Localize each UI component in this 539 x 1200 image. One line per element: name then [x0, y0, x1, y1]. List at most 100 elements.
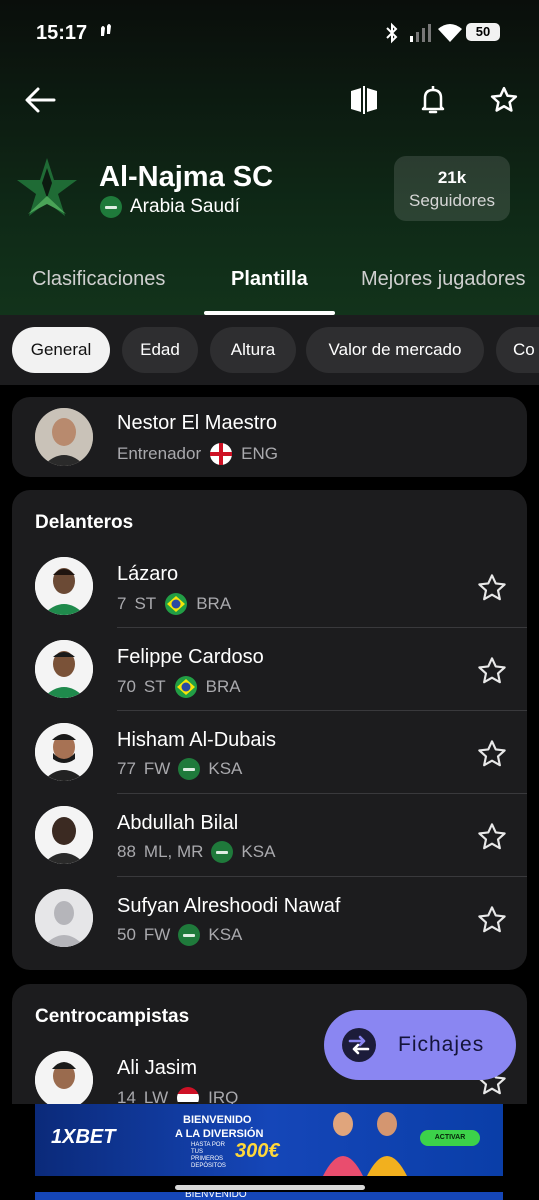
- ad-banner-secondary[interactable]: BIENVENIDO: [35, 1192, 503, 1200]
- tab-bar: Clasificaciones Plantilla Mejores jugado…: [0, 268, 539, 315]
- player-meta: 70 ST BRA: [117, 675, 241, 699]
- filter-more[interactable]: Co: [496, 327, 539, 373]
- team-logo: [16, 156, 78, 218]
- player-number: 70: [117, 677, 136, 696]
- transfer-arrows-icon: [342, 1028, 376, 1062]
- player-position: ST: [143, 677, 166, 696]
- ad-brand-logo: 1XBET: [51, 1126, 116, 1148]
- player-country: KSA: [241, 842, 276, 861]
- star-icon[interactable]: [476, 572, 508, 604]
- ad-headline-2: A LA DIVERSIÓN: [175, 1128, 264, 1140]
- player-name: Lázaro: [117, 563, 179, 585]
- team-country: Arabia Saudí: [100, 196, 240, 218]
- player-position: ML, MR: [143, 842, 204, 861]
- player-position: ST: [134, 594, 157, 613]
- saudi-flag-icon: [100, 196, 122, 218]
- brazil-flag-icon: [174, 676, 197, 698]
- ad-activate-button[interactable]: ACTIVAR: [420, 1130, 480, 1146]
- coach-role: Entrenador: [117, 444, 202, 463]
- followers-button[interactable]: 21k Seguidores: [394, 156, 510, 221]
- player-country: KSA: [208, 759, 243, 778]
- player-meta: 50 FW KSA: [117, 924, 242, 946]
- iraq-flag-icon: [177, 1087, 200, 1104]
- player-row[interactable]: Abdullah Bilal 88 ML, MR KSA: [12, 794, 527, 877]
- notification-icon: [96, 22, 116, 49]
- player-number: 88: [117, 842, 136, 861]
- wifi-icon: [437, 22, 463, 49]
- status-time: 15:17: [36, 22, 88, 44]
- coach-meta: Entrenador ENG: [117, 442, 278, 466]
- player-country: BRA: [205, 677, 241, 696]
- player-country: BRA: [196, 594, 232, 613]
- player-name: Abdullah Bilal: [117, 812, 239, 834]
- player-avatar: [35, 806, 93, 864]
- battery-icon: 50: [466, 23, 500, 41]
- star-icon[interactable]: [476, 655, 508, 687]
- player-avatar: [35, 640, 93, 698]
- player-country: KSA: [208, 925, 243, 944]
- team-country-label: Arabia Saudí: [130, 196, 240, 217]
- transfers-label: Fichajes: [398, 1033, 485, 1056]
- bell-icon[interactable]: [415, 82, 451, 118]
- coach-avatar: [35, 408, 93, 466]
- saudi-flag-icon: [211, 841, 234, 863]
- followers-label: Seguidores: [408, 191, 495, 210]
- ad-headline-1: BIENVENIDO: [183, 1114, 252, 1126]
- coach-country: ENG: [241, 444, 278, 463]
- transfers-fab[interactable]: Fichajes: [324, 1010, 516, 1080]
- player-meta: 7 ST BRA: [117, 592, 231, 616]
- brazil-flag-icon: [165, 593, 188, 615]
- ad-amount: 300€: [235, 1140, 280, 1162]
- forwards-card: Delanteros Lázaro 7 ST BRA Felippe Cardo…: [12, 490, 527, 970]
- back-arrow-icon[interactable]: [22, 82, 58, 118]
- saudi-flag-icon: [178, 758, 201, 780]
- coach-name: Nestor El Maestro: [117, 412, 278, 434]
- player-row[interactable]: Sufyan Alreshoodi Nawaf 50 FW KSA: [12, 877, 527, 960]
- filter-general[interactable]: General: [12, 327, 110, 373]
- player-position: FW: [143, 759, 171, 778]
- player-number: 14: [117, 1088, 136, 1104]
- player-name: Felippe Cardoso: [117, 646, 264, 668]
- player-position: FW: [143, 925, 171, 944]
- compare-icon[interactable]: [346, 82, 382, 118]
- team-name: Al-Najma SC: [99, 161, 274, 193]
- player-avatar: [35, 723, 93, 781]
- player-row[interactable]: Lázaro 7 ST BRA: [12, 545, 527, 628]
- section-title-forwards: Delanteros: [35, 512, 134, 533]
- player-name: Sufyan Alreshoodi Nawaf: [117, 895, 341, 917]
- player-position: LW: [143, 1088, 169, 1104]
- player-number: 7: [117, 594, 127, 613]
- player-name: Ali Jasim: [117, 1057, 198, 1079]
- star-icon[interactable]: [476, 904, 508, 936]
- player-avatar: [35, 1051, 93, 1104]
- player-meta: 14 LW IRQ: [117, 1086, 238, 1104]
- ad2-headline: BIENVENIDO: [185, 1192, 247, 1200]
- filter-altura[interactable]: Altura: [210, 327, 296, 373]
- team-header: 15:17 50 Al-Najma SC Arabia Saudí 21k Se…: [0, 0, 539, 315]
- player-meta: 77 FW KSA: [117, 758, 242, 780]
- coach-card[interactable]: Nestor El Maestro Entrenador ENG: [12, 397, 527, 477]
- player-country: IRQ: [208, 1088, 239, 1104]
- bluetooth-icon: [383, 22, 401, 49]
- section-title-midfielders: Centrocampistas: [35, 1006, 190, 1027]
- home-indicator[interactable]: [175, 1185, 365, 1190]
- player-avatar-placeholder: [35, 889, 93, 947]
- saudi-flag-icon: [178, 924, 201, 946]
- filter-valor-de-mercado[interactable]: Valor de mercado: [306, 327, 484, 373]
- tab-plantilla[interactable]: Plantilla: [231, 268, 308, 291]
- player-row[interactable]: Hisham Al-Dubais 77 FW KSA: [12, 711, 527, 794]
- star-icon[interactable]: [476, 738, 508, 770]
- star-icon[interactable]: [476, 821, 508, 853]
- tab-clasificaciones[interactable]: Clasificaciones: [32, 268, 165, 291]
- player-number: 77: [117, 759, 136, 778]
- status-bar: 15:17 50: [0, 18, 539, 48]
- player-number: 50: [117, 925, 136, 944]
- signal-icon: [408, 22, 432, 49]
- followers-count: 21k: [437, 168, 467, 187]
- ad-banner[interactable]: 1XBET BIENVENIDO A LA DIVERSIÓN HASTA PO…: [35, 1104, 503, 1176]
- player-meta: 88 ML, MR KSA: [117, 841, 275, 863]
- player-row[interactable]: Felippe Cardoso 70 ST BRA: [12, 628, 527, 711]
- favorite-star-icon[interactable]: [486, 82, 522, 118]
- filter-edad[interactable]: Edad: [122, 327, 198, 373]
- tab-mejores-jugadores[interactable]: Mejores jugadores: [361, 268, 526, 291]
